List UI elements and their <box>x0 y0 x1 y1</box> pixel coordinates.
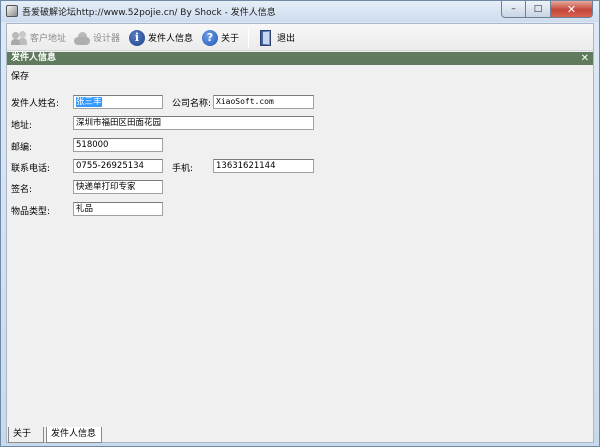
client-area: 客户地址 设计器 i 发件人信息 ? 关于 退出 发件人信息 ✕ 保存 发件人姓… <box>6 23 594 443</box>
mobile-field[interactable]: 13631621144 <box>213 159 314 173</box>
toolbar-customer-address-button[interactable]: 客户地址 <box>11 27 66 48</box>
sender-name-label: 发件人姓名: <box>11 99 60 109</box>
phone-field[interactable]: 0755-26925134 <box>73 159 163 173</box>
phone-label: 联系电话: <box>11 164 51 174</box>
toolbar-sender-info-button[interactable]: i 发件人信息 <box>129 27 193 48</box>
toolbar-label: 设计器 <box>93 34 121 44</box>
toolbar-exit-button[interactable]: 退出 <box>258 27 295 48</box>
company-name-field[interactable]: XiaoSoft.com <box>213 95 314 109</box>
toolbar-separator <box>248 27 249 48</box>
toolbar-label: 关于 <box>221 34 240 44</box>
toolbar-about-button[interactable]: ? 关于 <box>202 27 239 48</box>
toolbar-label: 退出 <box>277 34 296 44</box>
address-label: 地址: <box>11 121 33 131</box>
panel-header: 发件人信息 ✕ <box>7 52 593 65</box>
panel-title: 发件人信息 <box>11 53 57 63</box>
mobile-label: 手机: <box>172 164 194 174</box>
item-type-field[interactable]: 礼品 <box>73 202 163 216</box>
panel-close-icon[interactable]: ✕ <box>581 52 589 65</box>
users-icon <box>11 30 27 46</box>
minimize-button[interactable]: – <box>501 1 526 18</box>
signature-label: 签名: <box>11 185 33 195</box>
cloud-icon <box>74 30 90 46</box>
sender-name-value: 张三丰 <box>76 97 102 107</box>
toolbar: 客户地址 设计器 i 发件人信息 ? 关于 退出 <box>7 24 593 51</box>
close-button[interactable]: ✕ <box>551 1 593 18</box>
toolbar-label: 客户地址 <box>30 34 67 44</box>
maximize-button[interactable]: □ <box>526 1 551 18</box>
tab-sender-info[interactable]: 发件人信息 <box>46 427 102 443</box>
address-field[interactable]: 深圳市福田区田面花园 <box>73 116 314 130</box>
save-menu-item[interactable]: 保存 <box>11 69 29 82</box>
help-icon: ? <box>202 29 218 46</box>
toolbar-designer-button[interactable]: 设计器 <box>74 27 120 48</box>
info-icon: i <box>129 29 145 46</box>
exit-door-icon <box>258 29 274 46</box>
window-controls: – □ ✕ <box>501 1 593 19</box>
postcode-field[interactable]: 518000 <box>73 138 163 152</box>
signature-field[interactable]: 快递单打印专家 <box>73 180 163 194</box>
title-bar[interactable]: 吾爱破解论坛http://www.52pojie.cn/ By Shock - … <box>1 1 599 22</box>
app-window: 吾爱破解论坛http://www.52pojie.cn/ By Shock - … <box>0 0 600 447</box>
toolbar-label: 发件人信息 <box>148 34 194 44</box>
document-tabs: 关于 发件人信息 <box>7 427 593 443</box>
app-icon <box>6 5 18 17</box>
window-title: 吾爱破解论坛http://www.52pojie.cn/ By Shock - … <box>22 8 276 18</box>
company-name-label: 公司名称: <box>172 99 212 109</box>
tab-about[interactable]: 关于 <box>8 427 44 443</box>
postcode-label: 邮编: <box>11 143 33 153</box>
sender-name-field[interactable]: 张三丰 <box>73 95 163 109</box>
item-type-label: 物品类型: <box>11 207 51 217</box>
